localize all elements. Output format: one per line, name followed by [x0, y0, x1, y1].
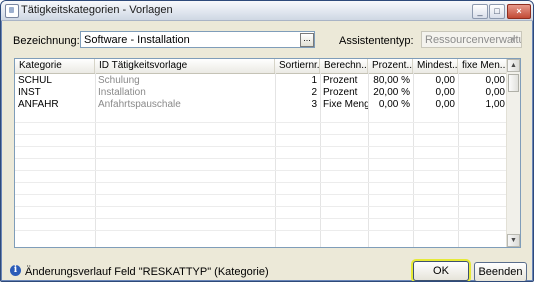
cell-prozent: 80,00 %: [373, 75, 410, 86]
bezeichnung-field[interactable]: Software - Installation: [80, 31, 315, 48]
ok-button[interactable]: OK: [413, 261, 469, 281]
grid-line: [15, 194, 508, 195]
cell-berechnung: Prozent: [323, 87, 358, 98]
column-header-mindest[interactable]: Mindest...: [413, 59, 458, 73]
app-icon: [5, 4, 19, 18]
grid-line: [15, 122, 508, 123]
cell-vorlage: Anfahrtspauschale: [98, 99, 181, 110]
scroll-down-button[interactable]: ▼: [507, 234, 520, 247]
table-row[interactable]: SCHUL Schulung 1 Prozent 80,00 % 0,00 0,…: [15, 75, 508, 86]
cell-kategorie: INST: [18, 87, 41, 98]
chevron-down-icon: ▼: [509, 35, 518, 44]
browse-button[interactable]: ...: [300, 33, 314, 47]
cell-fixe-menge: 1,00: [485, 99, 505, 110]
cell-kategorie: SCHUL: [18, 75, 52, 86]
cell-vorlage: Installation: [98, 87, 146, 98]
cell-sortiernr: 3: [311, 99, 317, 110]
window-title: Tätigkeitskategorien - Vorlagen: [21, 4, 173, 16]
cell-mindest: 0,00: [435, 75, 455, 86]
close-button[interactable]: ×: [507, 4, 531, 19]
grid-line: [15, 206, 508, 207]
cell-prozent: 0,00 %: [378, 99, 410, 110]
minimize-button[interactable]: _: [472, 4, 488, 19]
scroll-up-button[interactable]: ▲: [507, 59, 520, 72]
cell-sortiernr: 1: [311, 75, 317, 86]
grid-line: [15, 182, 508, 183]
cell-fixe-menge: 0,00: [485, 87, 505, 98]
column-header-fixe-menge[interactable]: fixe Men...: [458, 59, 508, 73]
column-header-prozent[interactable]: Prozent...: [368, 59, 413, 73]
column-header-berechnung[interactable]: Berechn...: [320, 59, 368, 73]
title-bar: Tätigkeitskategorien - Vorlagen _ □ ×: [1, 1, 533, 21]
dialog-window: Tätigkeitskategorien - Vorlagen _ □ × Be…: [0, 0, 534, 282]
maximize-button[interactable]: □: [489, 4, 505, 19]
grid-line: [15, 158, 508, 159]
beenden-button[interactable]: Beenden: [474, 262, 527, 281]
vertical-scrollbar[interactable]: ▲ ▼: [506, 59, 520, 247]
assistententyp-select: Ressourcenverwaltung ▼: [421, 31, 522, 48]
column-header-sortiernr[interactable]: Sortiernr.: [275, 59, 320, 73]
cell-berechnung: Fixe Menge: [323, 99, 368, 110]
column-header-kategorie[interactable]: Kategorie: [15, 59, 95, 73]
cell-vorlage: Schulung: [98, 75, 140, 86]
table-header: Kategorie ID Tätigkeitsvorlage Sortiernr…: [15, 59, 508, 74]
grid-line: [15, 146, 508, 147]
scroll-thumb[interactable]: [508, 74, 519, 92]
cell-berechnung: Prozent: [323, 75, 358, 86]
grid-line: [15, 134, 508, 135]
status-text: Änderungsverlauf Feld "RESKATTYP" (Kateg…: [25, 266, 269, 278]
table-row[interactable]: ANFAHR Anfahrtspauschale 3 Fixe Menge 0,…: [15, 99, 508, 110]
cell-prozent: 20,00 %: [373, 87, 410, 98]
cell-mindest: 0,00: [435, 99, 455, 110]
bezeichnung-value: Software - Installation: [84, 34, 190, 46]
grid-line: [15, 170, 508, 171]
cell-mindest: 0,00: [435, 87, 455, 98]
grid-line: [15, 230, 508, 231]
cell-kategorie: ANFAHR: [18, 99, 59, 110]
column-header-vorlage[interactable]: ID Tätigkeitsvorlage: [95, 59, 275, 73]
table-row[interactable]: INST Installation 2 Prozent 20,00 % 0,00…: [15, 87, 508, 98]
cell-fixe-menge: 0,00: [485, 75, 505, 86]
assistententyp-label: Assistententyp:: [339, 35, 414, 47]
grid-line: [15, 218, 508, 219]
category-table[interactable]: Kategorie ID Tätigkeitsvorlage Sortiernr…: [14, 58, 521, 248]
bezeichnung-label: Bezeichnung:: [13, 35, 80, 47]
info-icon: i: [10, 265, 21, 276]
cell-sortiernr: 2: [311, 87, 317, 98]
